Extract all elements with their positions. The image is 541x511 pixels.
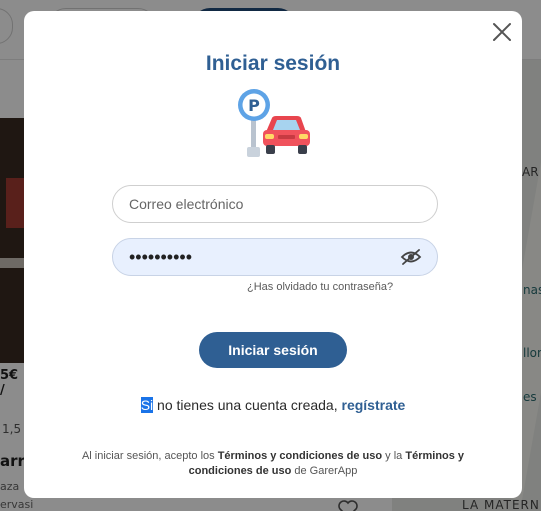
terms-text: Al iniciar sesión, acepto los <box>81 450 218 462</box>
eye-off-icon[interactable] <box>400 248 422 266</box>
register-prompt-text: no tienes una cuenta creada, <box>153 397 342 413</box>
password-input[interactable] <box>129 239 389 275</box>
login-modal: Iniciar sesión P ¿Has olvidado tu contra… <box>24 11 522 498</box>
terms-link[interactable]: Términos y condiciones de uso <box>218 450 382 462</box>
email-input[interactable] <box>129 186 389 222</box>
svg-text:P: P <box>248 96 260 115</box>
parking-car-illustration: P <box>238 89 310 157</box>
forgot-password-link[interactable]: ¿Has olvidado tu contraseña? <box>247 281 393 293</box>
register-link[interactable]: regístrate <box>342 397 406 413</box>
terms-notice: Al iniciar sesión, acepto los Términos y… <box>60 449 486 479</box>
email-field <box>112 185 438 223</box>
close-icon[interactable] <box>491 21 513 43</box>
terms-text: de GarerApp <box>291 465 358 477</box>
register-prompt: Si no tienes una cuenta creada, regístra… <box>24 397 522 413</box>
login-button[interactable]: Iniciar sesión <box>199 332 347 368</box>
password-field <box>112 238 438 276</box>
terms-text: y la <box>382 450 406 462</box>
selected-text: Si <box>140 397 154 413</box>
modal-title: Iniciar sesión <box>205 52 341 75</box>
